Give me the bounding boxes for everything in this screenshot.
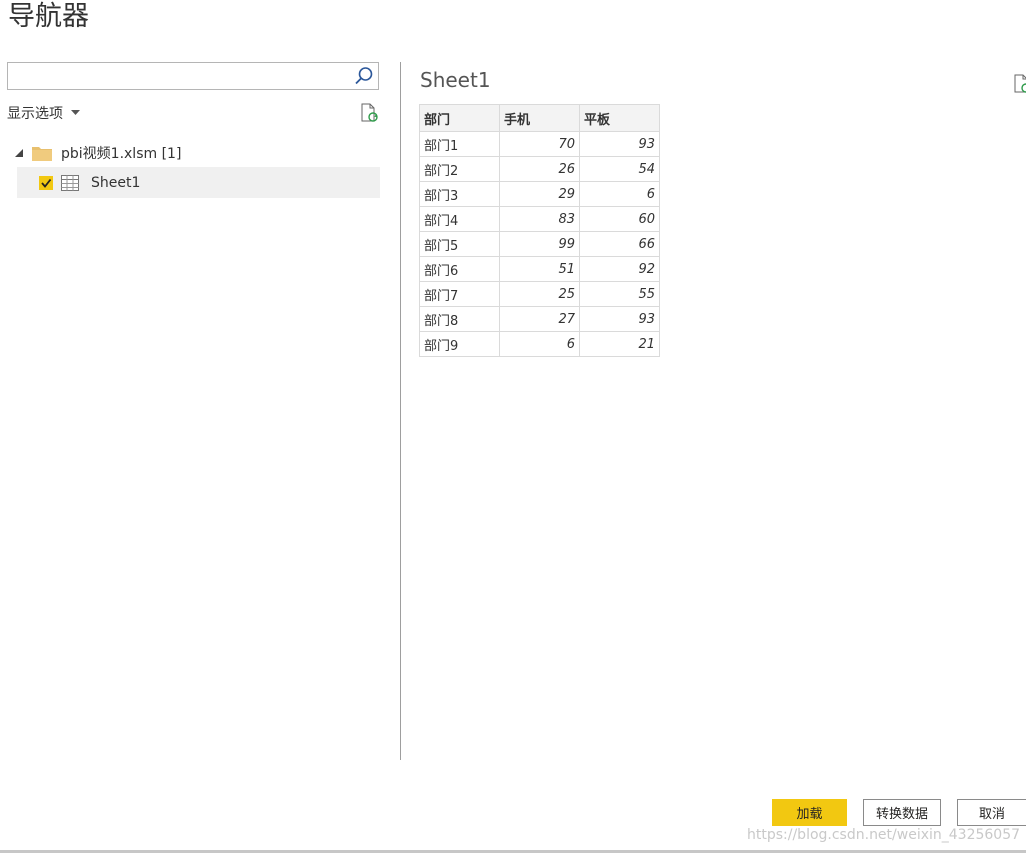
table-cell: 部门2 [419,156,500,182]
table-cell: 99 [499,231,580,257]
cancel-button[interactable]: 取消 [957,799,1026,826]
table-cell: 部门7 [419,281,500,307]
table-row: 部门4 83 60 [419,206,660,232]
search-box [7,62,379,90]
table-cell: 60 [579,206,660,232]
pane-divider[interactable] [400,62,401,760]
table-row: 部门3 29 6 [419,181,660,207]
refresh-icon[interactable] [358,102,380,124]
table-cell: 66 [579,231,660,257]
table-cell: 51 [499,256,580,282]
table-cell: 部门6 [419,256,500,282]
load-button[interactable]: 加载 [772,799,847,826]
table-cell: 29 [499,181,580,207]
display-options-dropdown[interactable]: 显示选项 [7,103,80,123]
table-row: 部门5 99 66 [419,231,660,257]
table-cell: 21 [579,331,660,357]
table-icon [61,174,79,191]
table-cell: 6 [579,181,660,207]
table-cell: 25 [499,281,580,307]
navigator-dialog: 导航器 显示选项 pbi视频1.xlsm [1] Sheet1 Sheet1 部… [0,0,1026,855]
table-cell: 6 [499,331,580,357]
preview-refresh-icon[interactable] [1011,73,1026,95]
table-row: 部门8 27 93 [419,306,660,332]
folder-icon [32,147,52,161]
table-cell: 部门9 [419,331,500,357]
sheet1-checkbox[interactable] [39,175,53,190]
table-cell: 83 [499,206,580,232]
table-cell: 54 [579,156,660,182]
watermark: https://blog.csdn.net/weixin_43256057 [747,827,1021,843]
tree-item-sheet1[interactable]: Sheet1 [17,167,380,198]
search-input[interactable] [8,63,348,89]
display-options-label: 显示选项 [7,106,63,122]
column-header: 平板 [579,104,660,132]
table-cell: 55 [579,281,660,307]
table-row: 部门6 51 92 [419,256,660,282]
caret-down-icon [71,110,80,115]
table-cell: 26 [499,156,580,182]
table-row: 部门7 25 55 [419,281,660,307]
tree-root-file[interactable]: pbi视频1.xlsm [1] [14,142,181,164]
table-cell: 92 [579,256,660,282]
search-icon[interactable] [354,66,374,86]
preview-table: 部门 手机 平板 部门1 70 93 部门2 26 54 部门3 29 6 部门… [419,104,660,357]
table-header-row: 部门 手机 平板 [419,104,660,132]
table-row: 部门2 26 54 [419,156,660,182]
table-cell: 27 [499,306,580,332]
column-header: 部门 [419,104,500,132]
collapse-triangle-icon[interactable] [14,148,24,158]
table-cell: 93 [579,306,660,332]
table-row: 部门1 70 93 [419,131,660,157]
table-cell: 部门1 [419,131,500,157]
table-cell: 部门8 [419,306,500,332]
table-cell: 部门3 [419,181,500,207]
tree-item-label: Sheet1 [91,174,141,191]
tree-root-label: pbi视频1.xlsm [1] [61,146,182,162]
table-cell: 部门4 [419,206,500,232]
window-bottom-border [0,850,1026,853]
table-cell: 部门5 [419,231,500,257]
preview-title: Sheet1 [420,68,491,92]
column-header: 手机 [499,104,580,132]
table-row: 部门9 6 21 [419,331,660,357]
table-cell: 93 [579,131,660,157]
transform-data-button[interactable]: 转换数据 [863,799,941,826]
dialog-title: 导航器 [8,1,89,32]
table-cell: 70 [499,131,580,157]
